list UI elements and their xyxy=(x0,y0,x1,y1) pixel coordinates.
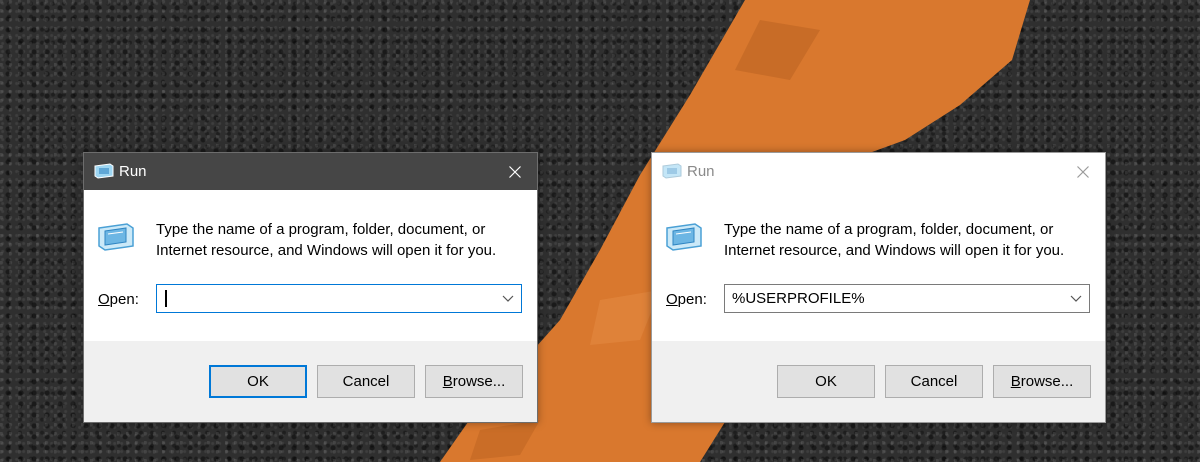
open-input[interactable] xyxy=(725,285,1060,312)
cancel-button[interactable]: Cancel xyxy=(885,365,983,398)
button-footer: OK Cancel Browse... xyxy=(84,341,537,422)
run-app-icon xyxy=(662,163,682,179)
cancel-button[interactable]: Cancel xyxy=(317,365,415,398)
close-button[interactable] xyxy=(493,153,537,190)
open-label: Open: xyxy=(666,291,707,308)
open-input[interactable] xyxy=(157,285,492,312)
ok-button[interactable]: OK xyxy=(209,365,307,398)
ok-button[interactable]: OK xyxy=(777,365,875,398)
chevron-down-icon[interactable] xyxy=(1070,294,1082,303)
open-label: Open: xyxy=(98,291,139,308)
browse-button[interactable]: Browse... xyxy=(425,365,523,398)
close-button[interactable] xyxy=(1061,153,1105,190)
window-title: Run xyxy=(687,163,715,180)
description-text: Type the name of a program, folder, docu… xyxy=(156,221,497,259)
window-title: Run xyxy=(119,163,147,180)
text-cursor xyxy=(165,290,167,307)
run-icon xyxy=(666,223,702,251)
description-text: Type the name of a program, folder, docu… xyxy=(724,221,1065,259)
run-dialog-inactive: Run Type the name of a program, folder, … xyxy=(651,152,1106,423)
chevron-down-icon[interactable] xyxy=(502,294,514,303)
run-icon xyxy=(98,223,134,251)
open-combobox[interactable] xyxy=(724,284,1090,313)
close-icon xyxy=(509,165,521,178)
button-footer: OK Cancel Browse... xyxy=(652,341,1105,422)
title-bar[interactable]: Run xyxy=(84,153,537,190)
close-icon xyxy=(1077,165,1089,178)
run-app-icon xyxy=(94,163,114,179)
browse-button[interactable]: Browse... xyxy=(993,365,1091,398)
open-combobox[interactable] xyxy=(156,284,522,313)
run-dialog-active: Run Type the name of a program, folder, … xyxy=(83,152,538,423)
title-bar[interactable]: Run xyxy=(652,153,1105,190)
